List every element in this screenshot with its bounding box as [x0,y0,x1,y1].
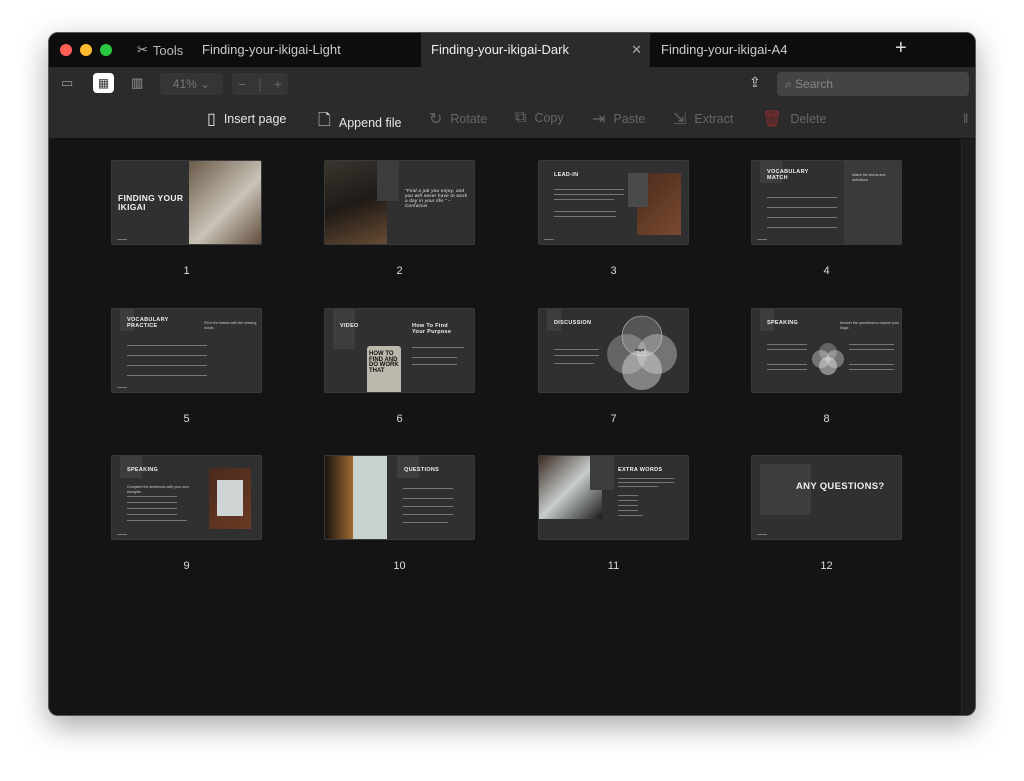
zoom-window-button[interactable] [100,44,112,56]
zoom-in-button[interactable]: + [274,76,282,92]
copy-button[interactable]: ⧉ Copy [515,109,564,127]
page-grid: FINDING YOUR IKIGAI 1 "Find a job you en… [49,139,963,715]
paste-icon: ⇥ [592,111,606,128]
page-thumbnail-2[interactable]: "Find a job you enjoy, and you will neve… [324,160,475,277]
window-controls [60,44,112,56]
zoom-out-button[interactable]: − [238,76,246,92]
page-thumbnail-9[interactable]: SPEAKING Complete the sentences with you… [111,455,262,572]
close-tab-icon[interactable]: ✕ [631,33,642,67]
append-file-button[interactable]: 🗋 Append file [318,109,401,136]
app-window: ✂ Tools Finding-your-ikigai-Light Finding… [48,32,976,716]
tools-icon: ✂ [137,42,148,57]
page-thumbnail-3[interactable]: LEAD-IN 3 [538,160,689,277]
share-icon[interactable]: ⇪ [749,74,761,91]
page-thumbnail-4[interactable]: VOCABULARY MATCH Match the words and def… [751,160,902,277]
page-thumbnail-5[interactable]: VOCABULARY PRACTICE Fill in the blanks w… [111,308,262,425]
page-actions-toolbar: ▯ Insert page 🗋 Append file ↻ Rotate ⧉ Copy … [49,99,975,139]
page-thumbnail-1[interactable]: FINDING YOUR IKIGAI 1 [111,160,262,277]
page-thumbnail-11[interactable]: EXTRA WORDS 11 [538,455,689,572]
ikigai-venn-diagram [812,343,844,375]
insert-page-icon: ▯ [207,111,216,128]
toolbar-overflow-handle[interactable]: ‖ [963,111,968,126]
append-file-icon: 🗋 [318,112,331,129]
page-thumbnail-8[interactable]: SPEAKING Answer the questions to explore… [751,308,902,425]
grid-view-icon[interactable]: ▦ [93,73,114,93]
rotate-button[interactable]: ↻ Rotate [429,109,487,129]
vertical-scrollbar[interactable] [961,139,975,715]
extract-button[interactable]: ⇲ Extract [673,109,733,129]
close-window-button[interactable] [60,44,72,56]
tab-dark[interactable]: Finding-your-ikigai-Dark ✕ [421,33,650,67]
minimize-window-button[interactable] [80,44,92,56]
tab-a4[interactable]: Finding-your-ikigai-A4 [651,33,880,67]
page-thumbnail-7[interactable]: DISCUSSION Ikigai 7 [538,308,689,425]
page-thumbnail-10[interactable]: QUESTIONS 10 [324,455,475,572]
trash-icon: 🗑 [762,111,783,128]
page-thumbnail-6[interactable]: VIDEO HOW TO FIND AND DO WORK THAT How T… [324,308,475,425]
page-thumbnail-12[interactable]: ANY QUESTIONS? 12 [751,455,902,572]
extract-icon: ⇲ [673,111,687,128]
delete-button[interactable]: 🗑 Delete [762,109,826,129]
zoom-stepper[interactable]: − | + [232,73,288,95]
search-input[interactable]: ⌕ Search [777,72,969,96]
new-tab-button[interactable]: + [895,37,907,60]
rotate-icon: ↻ [429,111,443,128]
tab-bar: ✂ Tools Finding-your-ikigai-Light Finding… [49,33,975,67]
paste-button[interactable]: ⇥ Paste [592,109,645,129]
tab-light[interactable]: Finding-your-ikigai-Light [192,33,421,67]
view-toolbar: ▭ ▦ ▥ 41% ⌄ − | + ⇪ ⌕ Search [49,67,975,99]
copy-icon: ⧉ [515,109,527,126]
insert-page-button[interactable]: ▯ Insert page [207,109,286,129]
zoom-select[interactable]: 41% ⌄ [160,73,223,95]
tools-button[interactable]: ✂ Tools [137,42,183,58]
two-page-view-icon[interactable]: ▥ [131,75,143,91]
sidebar-view-icon[interactable]: ▭ [61,75,73,91]
